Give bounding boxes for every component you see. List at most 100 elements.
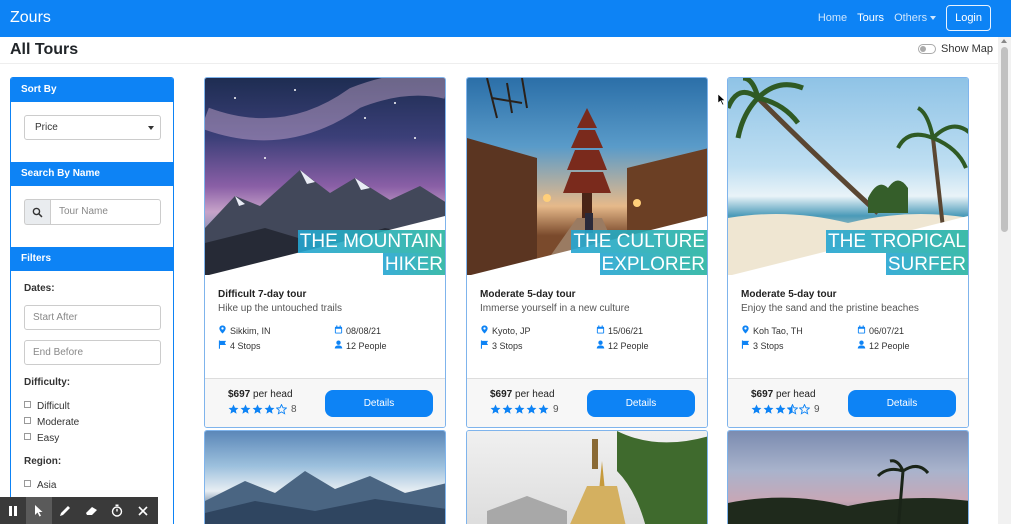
tour-info: Kyoto, JP 15/06/21 3 Stops 12 People — [480, 325, 694, 351]
tour-date: 08/08/21 — [334, 325, 434, 336]
nav-links: Home Tours Others Login — [818, 5, 991, 31]
tour-stops: 3 Stops — [741, 340, 857, 351]
tour-card[interactable]: THE MOUNTAIN HIKER Difficult 7-day tour … — [204, 77, 446, 428]
caret-down-icon — [930, 16, 937, 20]
difficulty-easy[interactable]: Easy — [24, 430, 160, 446]
star-filled-icon — [228, 404, 239, 414]
nav-tours[interactable]: Tours — [857, 12, 884, 24]
tour-people: 12 People — [596, 340, 696, 351]
search-icon — [24, 199, 50, 225]
annotation-toolbar — [0, 497, 158, 524]
tour-image — [205, 431, 445, 524]
tour-rating: 9 — [751, 404, 820, 415]
show-map-label: Show Map — [941, 43, 993, 55]
map-pin-icon — [741, 325, 753, 336]
tour-heading-line2: SURFER — [885, 253, 968, 275]
page-title: All Tours — [10, 41, 79, 58]
flag-icon — [218, 340, 230, 351]
star-filled-icon — [514, 404, 525, 414]
calendar-icon — [596, 325, 608, 336]
start-after-input[interactable]: Start After — [24, 305, 161, 330]
tour-info: Koh Tao, TH 06/07/21 3 Stops 12 People — [741, 325, 955, 351]
pause-icon[interactable] — [0, 497, 26, 524]
scroll-thumb[interactable] — [1001, 47, 1008, 232]
tour-description: Enjoy the sand and the pristine beaches — [741, 303, 919, 314]
timer-icon[interactable] — [104, 497, 130, 524]
tour-image — [728, 431, 968, 524]
checkbox-icon[interactable] — [24, 416, 31, 424]
tour-rating: 9 — [490, 404, 559, 415]
difficulty-moderate[interactable]: Moderate — [24, 414, 160, 430]
difficulty-difficult[interactable]: Difficult — [24, 398, 160, 414]
tour-people: 12 People — [857, 340, 957, 351]
scroll-up-icon[interactable] — [1001, 39, 1007, 43]
page-scrollbar[interactable] — [998, 37, 1011, 524]
tour-subtitle: Moderate 5-day tour — [480, 289, 576, 300]
sort-by-header: Sort By — [11, 78, 173, 102]
star-empty-icon — [799, 404, 810, 415]
tour-image: THE MOUNTAIN HIKER — [205, 78, 445, 275]
details-button[interactable]: Details — [587, 390, 695, 417]
calendar-icon — [334, 325, 346, 336]
toggle-switch-icon[interactable] — [918, 44, 936, 54]
tour-subtitle: Difficult 7-day tour — [218, 289, 307, 300]
map-pin-icon — [480, 325, 492, 336]
tour-name-input[interactable]: Tour Name — [50, 199, 161, 225]
login-button[interactable]: Login — [946, 5, 991, 31]
search-group: Tour Name — [24, 199, 161, 225]
tour-image: THE CULTURE EXPLORER — [467, 78, 707, 275]
tour-card-partial[interactable] — [204, 430, 446, 524]
tour-date: 06/07/21 — [857, 325, 957, 336]
tour-date: 15/06/21 — [596, 325, 696, 336]
user-icon — [596, 340, 608, 351]
star-filled-icon — [240, 404, 251, 414]
checkbox-icon[interactable] — [24, 479, 31, 487]
star-filled-icon — [775, 404, 786, 414]
region-label: Region: — [24, 456, 62, 467]
tour-people: 12 People — [334, 340, 434, 351]
tour-card[interactable]: THE CULTURE EXPLORER Moderate 5-day tour… — [466, 77, 708, 428]
dates-label: Dates: — [24, 283, 55, 294]
card-body: Moderate 5-day tour Enjoy the sand and t… — [728, 275, 968, 378]
tour-price: $697 per head — [490, 389, 555, 400]
tour-card[interactable]: THE TROPICAL SURFER Moderate 5-day tour … — [727, 77, 969, 428]
tour-description: Immerse yourself in a new culture — [480, 303, 630, 314]
close-icon[interactable] — [130, 497, 156, 524]
sort-select[interactable]: Price — [24, 115, 161, 140]
nav-home[interactable]: Home — [818, 12, 847, 24]
brand-logo[interactable]: Zours — [10, 9, 51, 27]
card-footer: $697 per head 8 Details — [205, 378, 445, 427]
details-button[interactable]: Details — [325, 390, 433, 417]
rating-count: 9 — [553, 404, 559, 415]
star-filled-icon — [751, 404, 762, 414]
star-filled-icon — [264, 404, 275, 414]
cursor-icon[interactable] — [26, 497, 52, 524]
star-half-icon — [787, 404, 798, 415]
star-empty-icon — [276, 404, 287, 415]
card-body: Difficult 7-day tour Hike up the untouch… — [205, 275, 445, 378]
eraser-icon[interactable] — [78, 497, 104, 524]
tour-card-partial[interactable] — [727, 430, 969, 524]
user-icon — [857, 340, 869, 351]
flag-icon — [741, 340, 753, 351]
region-asia[interactable]: Asia — [24, 477, 160, 493]
details-button[interactable]: Details — [848, 390, 956, 417]
checkbox-icon[interactable] — [24, 400, 31, 408]
card-footer: $697 per head 9 Details — [728, 378, 968, 427]
star-filled-icon — [538, 404, 549, 414]
show-map-toggle[interactable]: Show Map — [918, 43, 993, 55]
tour-heading-line1: THE CULTURE — [571, 230, 707, 253]
tour-location: Koh Tao, TH — [741, 325, 857, 336]
pen-icon[interactable] — [52, 497, 78, 524]
tour-location: Kyoto, JP — [480, 325, 596, 336]
tour-info: Sikkim, IN 08/08/21 4 Stops 12 People — [218, 325, 432, 351]
end-before-input[interactable]: End Before — [24, 340, 161, 365]
star-filled-icon — [763, 404, 774, 414]
tour-image — [467, 431, 707, 524]
checkbox-icon[interactable] — [24, 432, 31, 440]
nav-others-dropdown[interactable]: Others — [894, 12, 937, 24]
rating-count: 9 — [814, 404, 820, 415]
tour-card-partial[interactable] — [466, 430, 708, 524]
filters-header: Filters — [11, 247, 173, 271]
tour-image: THE TROPICAL SURFER — [728, 78, 968, 275]
